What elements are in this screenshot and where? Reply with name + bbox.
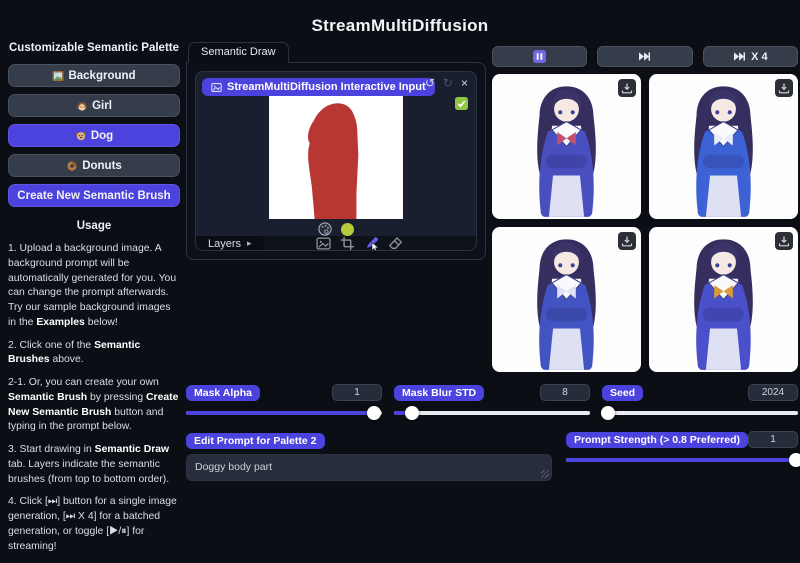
picture-frame-icon: [52, 70, 64, 82]
interactive-input-label-text: StreamMultiDiffusion Interactive Input: [227, 81, 426, 93]
prompt-input[interactable]: [186, 454, 552, 481]
editor-toolbar: Layers ▸: [196, 236, 476, 251]
usage-heading: Usage: [8, 220, 180, 232]
batch-label: X 4: [751, 51, 768, 63]
palette-button-label: Background: [68, 70, 135, 82]
slider-thumb[interactable]: [405, 406, 419, 420]
palette-button-background[interactable]: Background: [8, 64, 180, 87]
slider-thumb[interactable]: [601, 406, 615, 420]
editor-container: StreamMultiDiffusion Interactive Input ↺…: [186, 62, 486, 260]
result-image-1[interactable]: [492, 74, 641, 219]
next-track-icon: [733, 51, 746, 62]
interactive-input-editor: StreamMultiDiffusion Interactive Input ↺…: [195, 71, 477, 251]
mask-blur-slider[interactable]: [394, 411, 590, 415]
result-image-4[interactable]: [649, 227, 798, 372]
usage-paragraph: 1. Upload a background image. A backgrou…: [8, 242, 180, 331]
sidebar: Customizable Semantic Palette Background…: [8, 38, 180, 563]
prompt-strength-label: Prompt Strength (> 0.8 Preferred): [566, 432, 748, 448]
image-icon: [211, 82, 222, 93]
palette-button-label: Dog: [91, 130, 113, 142]
eraser-tool-icon[interactable]: [388, 236, 403, 251]
next-track-icon: [638, 51, 651, 62]
slider-thumb[interactable]: [789, 453, 800, 467]
layers-label: Layers: [208, 238, 241, 250]
palette-button-dog[interactable]: Dog: [8, 124, 180, 147]
create-new-semantic-brush-button[interactable]: Create New Semantic Brush: [8, 184, 180, 207]
layers-toggle[interactable]: Layers ▸: [196, 236, 264, 251]
red-mask-stroke: [308, 103, 358, 219]
brush-tool-icon[interactable]: [364, 236, 379, 251]
mask-alpha-slider-group: Mask Alpha 1: [186, 384, 382, 415]
mask-alpha-value[interactable]: 1: [332, 384, 382, 401]
palette-icon[interactable]: [318, 222, 332, 236]
mask-blur-slider-group: Mask Blur STD 8: [394, 384, 590, 415]
usage-paragraph: 4. Click [⏭] button for a single image g…: [8, 495, 180, 554]
palette-button-label: Create New Semantic Brush: [17, 190, 170, 202]
generation-controls: X 4: [492, 46, 798, 67]
download-icon[interactable]: [618, 232, 636, 250]
chevron-right-icon: ▸: [247, 238, 252, 249]
slider-thumb[interactable]: [367, 406, 381, 420]
resize-handle[interactable]: [541, 470, 549, 478]
palette-button-label: Girl: [92, 100, 112, 112]
drawing-canvas[interactable]: [269, 85, 403, 219]
canvas-area: [196, 72, 476, 236]
stream-toggle-button[interactable]: [492, 46, 587, 67]
undo-icon[interactable]: ↺: [425, 77, 435, 89]
result-image-3[interactable]: [492, 227, 641, 372]
download-icon[interactable]: [775, 232, 793, 250]
palette-heading: Customizable Semantic Palette: [8, 42, 180, 54]
mask-alpha-slider[interactable]: [186, 411, 382, 415]
generate-batch-button[interactable]: X 4: [703, 46, 798, 67]
semantic-draw-panel: Semantic Draw StreamMultiDiffusion Inter…: [186, 42, 486, 260]
seed-slider[interactable]: [602, 411, 798, 415]
interactive-input-label: StreamMultiDiffusion Interactive Input: [202, 78, 435, 96]
mask-blur-value[interactable]: 8: [540, 384, 590, 401]
brush-color-row: [318, 222, 354, 236]
seed-label: Seed: [602, 385, 643, 401]
redo-icon[interactable]: ↻: [443, 77, 453, 89]
palette-button-donuts[interactable]: Donuts: [8, 154, 180, 177]
prompt-strength-slider[interactable]: [566, 458, 798, 462]
download-icon[interactable]: [775, 79, 793, 97]
layer-visible-checkbox[interactable]: [455, 97, 468, 110]
usage-paragraph: 2. Click one of the Semantic Brushes abo…: [8, 339, 180, 369]
seed-slider-group: Seed 2024: [602, 384, 798, 415]
usage-paragraph: 2-1. Or, you can create your own Semanti…: [8, 376, 180, 435]
page-title: StreamMultiDiffusion: [0, 16, 800, 36]
mask-blur-label: Mask Blur STD: [394, 385, 484, 401]
image-tool-icon[interactable]: [316, 236, 331, 251]
dog-icon: [75, 130, 87, 142]
mask-alpha-label: Mask Alpha: [186, 385, 260, 401]
prompt-strength-slider-group: Prompt Strength (> 0.8 Preferred) 1: [566, 431, 798, 481]
brush-color-swatch[interactable]: [341, 223, 354, 236]
editor-history-controls: ↺ ↻ ×: [425, 77, 468, 89]
prompt-strength-value[interactable]: 1: [748, 431, 798, 448]
usage-paragraph: 3. Start drawing in Semantic Draw tab. L…: [8, 443, 180, 487]
seed-value[interactable]: 2024: [748, 384, 798, 401]
prompt-editor: Edit Prompt for Palette 2: [186, 431, 552, 481]
close-icon[interactable]: ×: [461, 77, 468, 89]
parameter-sliders: Mask Alpha 1 Mask Blur STD 8 Seed 2024: [186, 384, 798, 415]
crop-tool-icon[interactable]: [340, 236, 355, 251]
palette-button-label: Donuts: [82, 160, 122, 172]
prompt-row: Edit Prompt for Palette 2 Prompt Strengt…: [186, 431, 798, 481]
pause-icon: [533, 50, 546, 63]
result-image-2[interactable]: [649, 74, 798, 219]
generate-once-button[interactable]: [597, 46, 692, 67]
result-gallery: [492, 74, 798, 372]
donut-icon: [66, 160, 78, 172]
tool-group: [316, 236, 403, 251]
prompt-label: Edit Prompt for Palette 2: [186, 433, 325, 449]
tab-semantic-draw[interactable]: Semantic Draw: [188, 42, 289, 63]
girl-icon: [76, 100, 88, 112]
palette-button-girl[interactable]: Girl: [8, 94, 180, 117]
download-icon[interactable]: [618, 79, 636, 97]
